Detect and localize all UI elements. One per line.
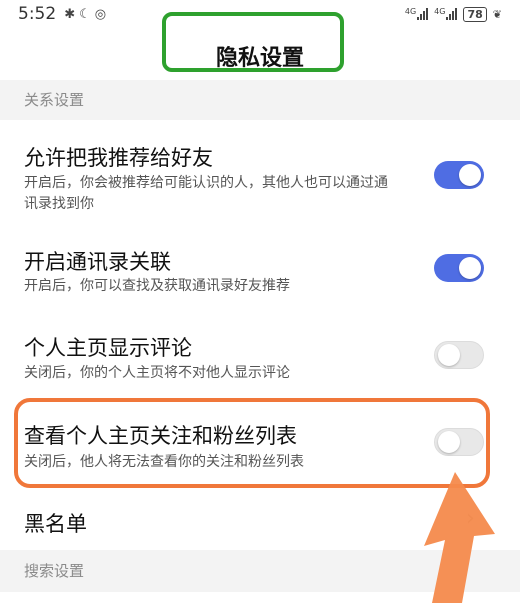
setting-title: 查看个人主页关注和粉丝列表 — [24, 424, 297, 448]
setting-row-contacts[interactable]: 开启通讯录关联 开启后，你可以查找及获取通讯录好友推荐 — [0, 226, 520, 310]
network-tag-2: 4G — [434, 7, 446, 16]
status-right: 4G 4G 78 ❦ — [404, 6, 502, 22]
setting-desc: 关闭后，他人将无法查看你的关注和粉丝列表 — [24, 454, 304, 470]
contacts-toggle[interactable] — [434, 254, 484, 282]
setting-title: 开启通讯录关联 — [24, 250, 171, 274]
setting-row-follow-list[interactable]: 查看个人主页关注和粉丝列表 关闭后，他人将无法查看你的关注和粉丝列表 — [0, 398, 520, 488]
leaf-icon: ❦ — [492, 7, 502, 21]
network-tag-1: 4G — [404, 7, 417, 16]
setting-desc: 开启后，你会被推荐给可能认识的人，其他人也可以通过通讯录找到你 — [24, 175, 388, 212]
title-highlight-box — [162, 12, 344, 72]
setting-desc: 开启后，你可以查找及获取通讯录好友推荐 — [24, 278, 290, 294]
section-header-search: 搜索设置 — [0, 550, 520, 592]
setting-row-recommend[interactable]: 允许把我推荐给好友 开启后，你会被推荐给可能认识的人，其他人也可以通过通讯录找到… — [0, 120, 520, 226]
status-left: 5:52 ✱ ☾ ◎ — [18, 4, 106, 24]
toggle-knob — [438, 431, 460, 453]
battery-icon: 78 — [463, 6, 487, 22]
setting-row-blacklist[interactable]: 黑名单 › — [0, 492, 520, 550]
setting-row-comments[interactable]: 个人主页显示评论 关闭后，你的个人主页将不对他人显示评论 — [0, 310, 520, 396]
chevron-right-icon: › — [466, 506, 475, 531]
section-header-relationship: 关系设置 — [0, 80, 520, 120]
signal-icon-2: 4G — [434, 7, 458, 20]
bluetooth-icon: ✱ — [64, 6, 76, 22]
follow-list-toggle[interactable] — [434, 428, 484, 456]
hotspot-icon: ◎ — [94, 6, 107, 22]
setting-title: 允许把我推荐给好友 — [24, 146, 213, 170]
signal-icon-1: 4G — [404, 7, 429, 20]
recommend-toggle[interactable] — [434, 161, 484, 189]
setting-title: 个人主页显示评论 — [24, 336, 192, 360]
setting-desc: 关闭后，你的个人主页将不对他人显示评论 — [24, 365, 290, 381]
toggle-knob — [459, 257, 481, 279]
comments-toggle[interactable] — [434, 341, 484, 369]
blacklist-title: 黑名单 — [24, 512, 87, 536]
moon-icon: ☾ — [79, 6, 91, 22]
toggle-knob — [459, 164, 481, 186]
title-bar: 隐私设置 — [0, 12, 520, 80]
status-time: 5:52 — [18, 4, 57, 24]
toggle-knob — [438, 344, 460, 366]
